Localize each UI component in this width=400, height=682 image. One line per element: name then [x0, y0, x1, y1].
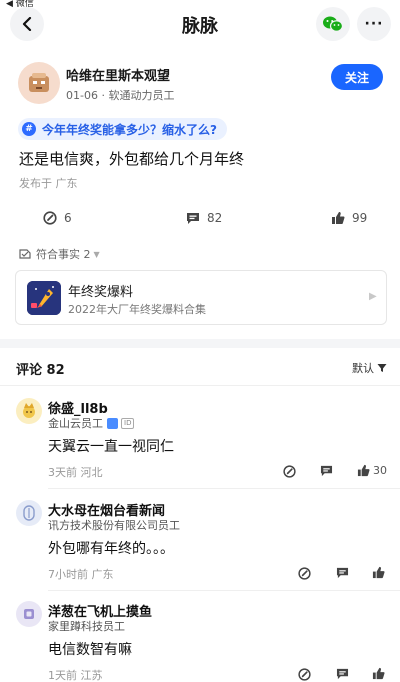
- id-badge-icon: ID: [121, 417, 135, 429]
- comment-icon[interactable]: [336, 567, 349, 579]
- author-avatar[interactable]: [18, 62, 60, 104]
- top-bar: 脉脉 ···: [0, 0, 400, 48]
- edit-count: 6: [64, 211, 72, 225]
- follow-button[interactable]: 关注: [331, 64, 383, 90]
- sort-label: 默认: [352, 362, 374, 375]
- comment-icon: [187, 212, 199, 224]
- commenter-role-text: 讯方技术股份有限公司员工: [48, 519, 180, 532]
- thumbs-up-icon[interactable]: [372, 566, 385, 579]
- edit-icon[interactable]: [298, 567, 311, 580]
- related-card[interactable]: 年终奖爆料 2022年大厂年终奖爆料合集 ▶: [15, 270, 387, 325]
- facts-label: 符合事实 2: [36, 248, 91, 261]
- commenter-role-text: 家里蹲科技员工: [48, 620, 125, 633]
- chevron-right-icon: ▶: [369, 291, 377, 302]
- thumbs-up-icon[interactable]: [372, 667, 385, 680]
- reply-action[interactable]: 82: [186, 211, 222, 225]
- card-subtitle: 2022年大厂年终奖爆料合集: [68, 303, 206, 316]
- like-count: 99: [352, 211, 368, 225]
- comment-text: 电信数智有嘛: [48, 642, 132, 658]
- topic-tag-label: 今年年终奖能拿多少？缩水了么?: [42, 122, 217, 137]
- commenter-avatar[interactable]: [16, 398, 42, 424]
- commenter-avatar[interactable]: [16, 601, 42, 627]
- edit-icon[interactable]: [298, 668, 311, 681]
- card-title: 年终奖爆料: [68, 285, 134, 300]
- comment-actions: [0, 667, 400, 682]
- wechat-share-button[interactable]: [316, 7, 350, 41]
- like-action[interactable]: 99: [331, 211, 367, 225]
- commenter-role-text: 金山云员工: [48, 417, 103, 430]
- facts-toggle[interactable]: 符合事实 2 ▼: [19, 246, 100, 262]
- verified-badge-icon: [107, 417, 118, 429]
- dropdown-caret-icon: ▼: [93, 249, 100, 259]
- post-action-row: 6 82 99: [0, 211, 400, 229]
- author-name[interactable]: 哈维在里斯本观望: [66, 65, 170, 84]
- thumbs-up-icon[interactable]: [357, 464, 370, 477]
- comments-title: 评论 82: [16, 363, 65, 378]
- comment-actions: [0, 566, 400, 582]
- comment-separator: [48, 488, 400, 489]
- comment-icon[interactable]: [320, 465, 333, 477]
- fact-check-icon: [19, 249, 31, 259]
- avatar-icon: [24, 609, 34, 619]
- comment-text: 外包哪有年终的。。。: [48, 541, 174, 557]
- rocket-card-icon: [27, 281, 61, 315]
- hashtag-icon: #: [22, 122, 36, 136]
- edit-icon[interactable]: [283, 465, 296, 478]
- edit-comment-action[interactable]: 6: [43, 211, 72, 225]
- commenter-avatar[interactable]: [16, 500, 42, 526]
- comment-actions: 30: [0, 464, 400, 480]
- author-meta: 01-06 · 软通动力员工: [66, 89, 175, 102]
- topic-tag[interactable]: # 今年年终奖能拿多少？缩水了么?: [18, 118, 227, 140]
- comment-separator: [48, 590, 400, 591]
- avatar-icon: [29, 73, 49, 92]
- edit-icon: [43, 211, 57, 225]
- avatar-icon: [23, 403, 35, 418]
- comment-icon[interactable]: [336, 668, 349, 680]
- post-location: 发布于 广东: [19, 177, 78, 190]
- section-divider: [0, 339, 400, 348]
- avatar-icon: [23, 505, 35, 521]
- more-options-button[interactable]: ···: [357, 7, 391, 41]
- comments-header: 评论 82 默认: [0, 348, 400, 386]
- post-text: 还是电信爽，外包都给几个月年终: [19, 150, 245, 168]
- more-dots-icon: ···: [364, 16, 384, 32]
- thumbs-up-icon: [332, 212, 345, 224]
- sort-button[interactable]: 默认: [352, 360, 387, 376]
- sort-filter-icon: [377, 364, 387, 372]
- commenter-role: 讯方技术股份有限公司员工: [48, 517, 180, 533]
- comment-like-count: 30: [373, 464, 387, 477]
- comment-text: 天翼云一直一视同仁: [48, 439, 174, 455]
- commenter-role: 金山云员工 ID: [48, 415, 135, 431]
- wechat-icon: [323, 16, 344, 32]
- reply-count: 82: [207, 211, 223, 225]
- commenter-role: 家里蹲科技员工: [48, 618, 125, 634]
